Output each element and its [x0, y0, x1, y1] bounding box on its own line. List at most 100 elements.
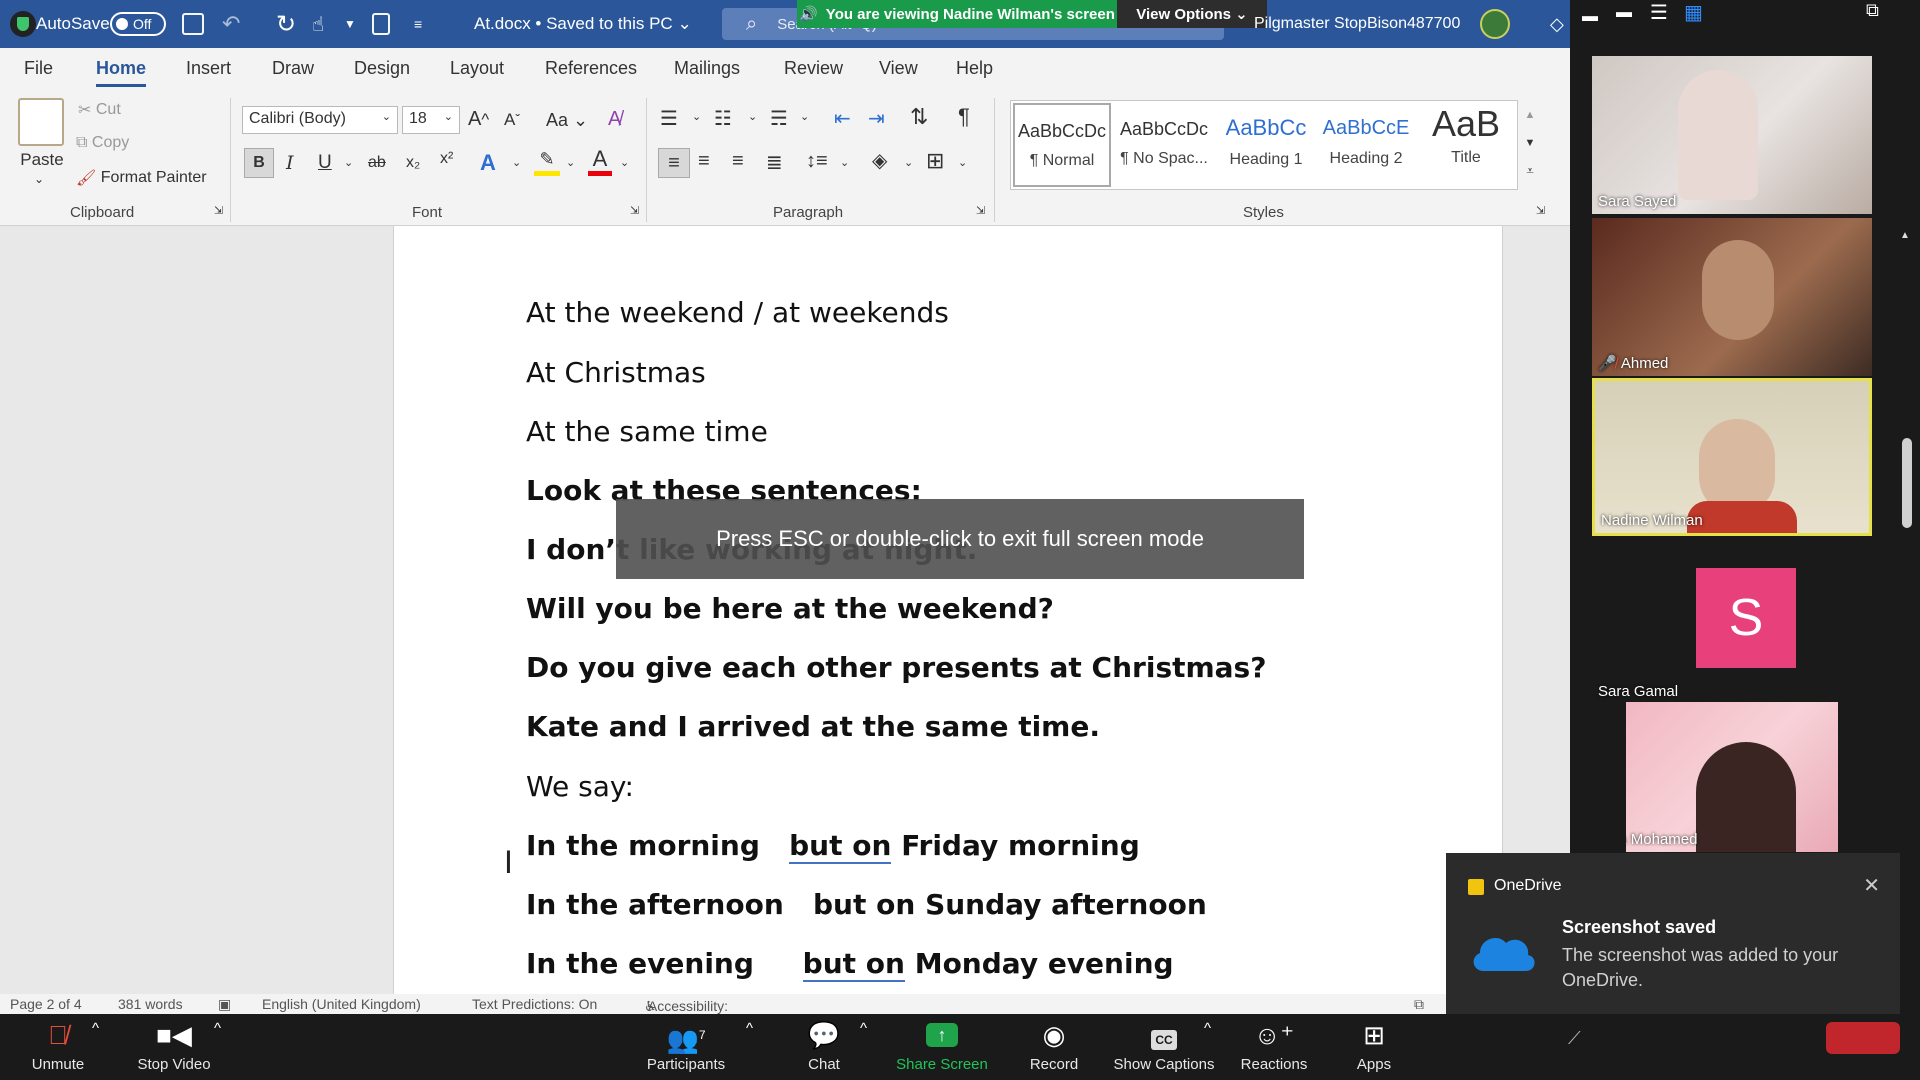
numbering-icon[interactable]: ☷ — [714, 106, 732, 131]
tab-review[interactable]: Review — [784, 58, 843, 79]
font-color-icon[interactable]: A — [588, 146, 612, 176]
strikethrough-button[interactable]: ab — [368, 154, 386, 172]
numbering-dropdown-icon[interactable]: ⌄ — [748, 110, 757, 123]
tab-help[interactable]: Help — [956, 58, 993, 79]
underline-button[interactable]: U — [318, 152, 332, 174]
align-left-button[interactable]: ≡ — [658, 148, 690, 178]
style-normal[interactable]: AaBbCcDc ¶ Normal — [1013, 103, 1111, 187]
grow-font-button[interactable]: A ^ — [468, 108, 489, 131]
tab-draw[interactable]: Draw — [272, 58, 314, 79]
paste-button[interactable]: Paste — [18, 150, 66, 170]
bullets-icon[interactable]: ☰ — [660, 106, 678, 131]
clear-formatting-icon[interactable]: A̸ — [608, 108, 621, 131]
paragraph-launcher-icon[interactable]: ⇲ — [976, 204, 985, 217]
clipboard-launcher-icon[interactable]: ⇲ — [214, 204, 223, 217]
underline-dropdown-icon[interactable]: ⌄ — [344, 156, 353, 169]
tab-mailings[interactable]: Mailings — [674, 58, 740, 79]
pop-out-icon[interactable]: ⧉ — [1866, 0, 1879, 21]
resize-grip-icon[interactable]: ⟋ — [1568, 1028, 1581, 1049]
participant-tile[interactable]: Sara Sayed — [1592, 56, 1872, 214]
share-screen-button[interactable]: ↑ Share Screen — [892, 1020, 992, 1073]
style-heading-1[interactable]: AaBbCc Heading 1 — [1217, 103, 1315, 187]
chat-button[interactable]: 💬 Chat — [796, 1020, 852, 1073]
borders-icon[interactable]: ⊞ — [926, 148, 944, 174]
style-heading-2[interactable]: AaBbCcE Heading 2 — [1317, 103, 1415, 187]
cut-button[interactable]: ✂ Cut — [78, 100, 121, 120]
captions-chevron-icon[interactable]: ^ — [1204, 1020, 1211, 1037]
participants-button[interactable]: 👥7 Participants — [638, 1020, 734, 1073]
show-formatting-icon[interactable]: ¶ — [958, 104, 970, 130]
copy-button[interactable]: ⧉ Copy — [76, 134, 129, 152]
bold-button[interactable]: B — [244, 148, 274, 178]
diamond-icon[interactable]: ◇ — [1550, 0, 1564, 48]
accessibility-status[interactable]: ♿ Accessibility: Good to go — [644, 996, 728, 1014]
participant-tile[interactable]: 🎤̸ Ahmed — [1592, 218, 1872, 376]
video-options-chevron-icon[interactable]: ^ — [214, 1020, 221, 1037]
styles-more-icon[interactable]: ⩡ — [1520, 158, 1540, 184]
font-color-dropdown-icon[interactable]: ⌄ — [620, 156, 629, 169]
stop-video-button[interactable]: ■◀ Stop Video — [128, 1020, 220, 1073]
participants-chevron-icon[interactable]: ^ — [746, 1020, 753, 1037]
subscript-button[interactable]: x₂ — [406, 154, 420, 172]
speaker-view-icon[interactable]: ☰ — [1650, 0, 1668, 25]
chat-chevron-icon[interactable]: ^ — [860, 1020, 867, 1037]
style-title[interactable]: AaB Title — [1417, 103, 1515, 187]
multilevel-list-icon[interactable]: ☴ — [770, 106, 788, 131]
shrink-font-button[interactable]: Aˇ — [504, 110, 520, 130]
view-options-button[interactable]: View Options ⌄ — [1117, 0, 1267, 28]
paste-dropdown-icon[interactable]: ⌄ — [34, 172, 44, 186]
unmute-button[interactable]: 🎙̸ Unmute — [22, 1020, 94, 1073]
tab-design[interactable]: Design — [354, 58, 410, 79]
increase-indent-icon[interactable]: ⇥ — [868, 106, 885, 131]
tab-view[interactable]: View — [879, 58, 918, 79]
onedrive-notification[interactable]: OneDrive ✕ Screenshot saved The screensh… — [1446, 853, 1900, 1014]
styles-scroll-up-icon[interactable]: ▲ — [1520, 102, 1540, 128]
borders-dropdown-icon[interactable]: ⌄ — [958, 156, 967, 169]
styles-scroll-down-icon[interactable]: ▼ — [1520, 130, 1540, 156]
format-painter-button[interactable]: 🖌 Format Painter — [76, 168, 207, 188]
autosave-toggle[interactable]: Off — [110, 0, 166, 48]
styles-launcher-icon[interactable]: ⇲ — [1536, 204, 1545, 217]
customize-qat-icon[interactable]: ≡ — [414, 0, 422, 48]
tab-file[interactable]: File — [24, 58, 53, 79]
tab-references[interactable]: References — [545, 58, 637, 79]
line-spacing-dropdown-icon[interactable]: ⌄ — [840, 156, 849, 169]
undo-icon[interactable]: ↶ — [222, 0, 240, 48]
touch-mode-icon[interactable]: ☝ — [312, 0, 324, 48]
style-no-spacing[interactable]: AaBbCcDc ¶ No Spac... — [1115, 103, 1213, 187]
font-family-select[interactable]: Calibri (Body) ⌄ — [242, 106, 398, 134]
participant-tile[interactable]: S Sara Gamal — [1592, 546, 1872, 704]
scrollbar-thumb[interactable] — [1902, 438, 1912, 528]
record-button[interactable]: ◉ Record — [1022, 1020, 1086, 1073]
redo-icon[interactable]: ↻ — [276, 0, 296, 48]
language-indicator[interactable]: English (United Kingdom) — [262, 996, 421, 1012]
panel-scrollbar[interactable]: ▲ — [1900, 40, 1914, 1000]
word-count[interactable]: 381 words — [118, 996, 183, 1012]
minimize-icon[interactable]: ▬ — [1582, 8, 1598, 26]
audio-options-chevron-icon[interactable]: ^ — [92, 1020, 99, 1037]
shading-icon[interactable]: ◈ — [872, 148, 887, 173]
qat-dropdown-icon[interactable]: ▼ — [344, 0, 356, 48]
change-case-button[interactable]: Aa ⌄ — [546, 110, 588, 131]
participant-tile-active[interactable]: Nadine Wilman — [1592, 378, 1872, 536]
new-doc-icon[interactable] — [372, 0, 390, 48]
reactions-button[interactable]: ☺⁺ Reactions — [1234, 1020, 1314, 1073]
participant-tile[interactable]: Yara Mohamed — [1626, 702, 1838, 852]
tab-insert[interactable]: Insert — [186, 58, 231, 79]
tab-home[interactable]: Home — [96, 58, 147, 87]
text-effects-dropdown-icon[interactable]: ⌄ — [512, 156, 521, 169]
align-right-button[interactable]: ≡ — [732, 150, 744, 173]
document-title[interactable]: At.docx • Saved to this PC ⌄ — [474, 0, 692, 48]
proofing-icon[interactable]: ▣ — [218, 996, 231, 1013]
page-counter[interactable]: Page 2 of 4 — [10, 996, 82, 1012]
text-effects-icon[interactable]: A — [480, 150, 496, 176]
gallery-view-icon[interactable]: ▦ — [1684, 0, 1703, 25]
align-center-button[interactable]: ≡ — [698, 150, 710, 173]
bullets-dropdown-icon[interactable]: ⌄ — [692, 110, 701, 123]
end-meeting-button[interactable] — [1826, 1022, 1900, 1054]
text-predictions[interactable]: Text Predictions: On — [472, 996, 597, 1012]
close-icon[interactable]: ✕ — [1863, 873, 1880, 898]
apps-button[interactable]: ⊞ Apps — [1346, 1020, 1402, 1073]
font-size-select[interactable]: 18 ⌄ — [402, 106, 460, 134]
highlight-icon[interactable]: ✎ — [534, 148, 560, 176]
